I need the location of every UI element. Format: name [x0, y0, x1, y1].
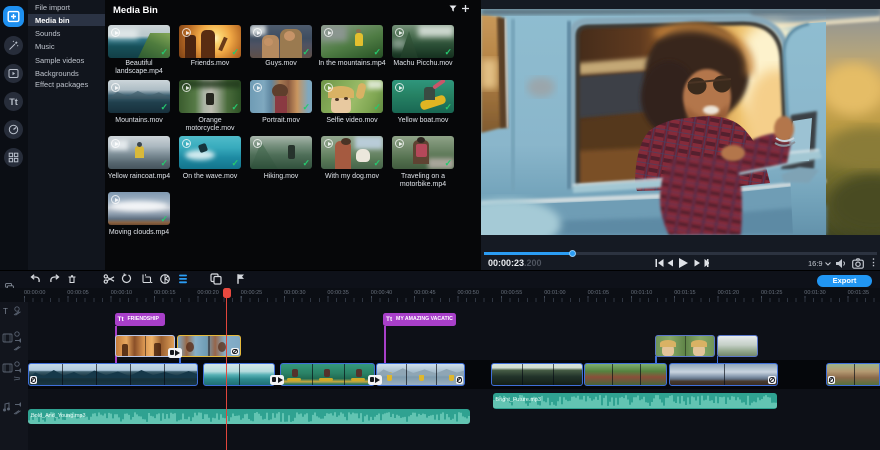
svg-text:T: T	[3, 307, 8, 316]
